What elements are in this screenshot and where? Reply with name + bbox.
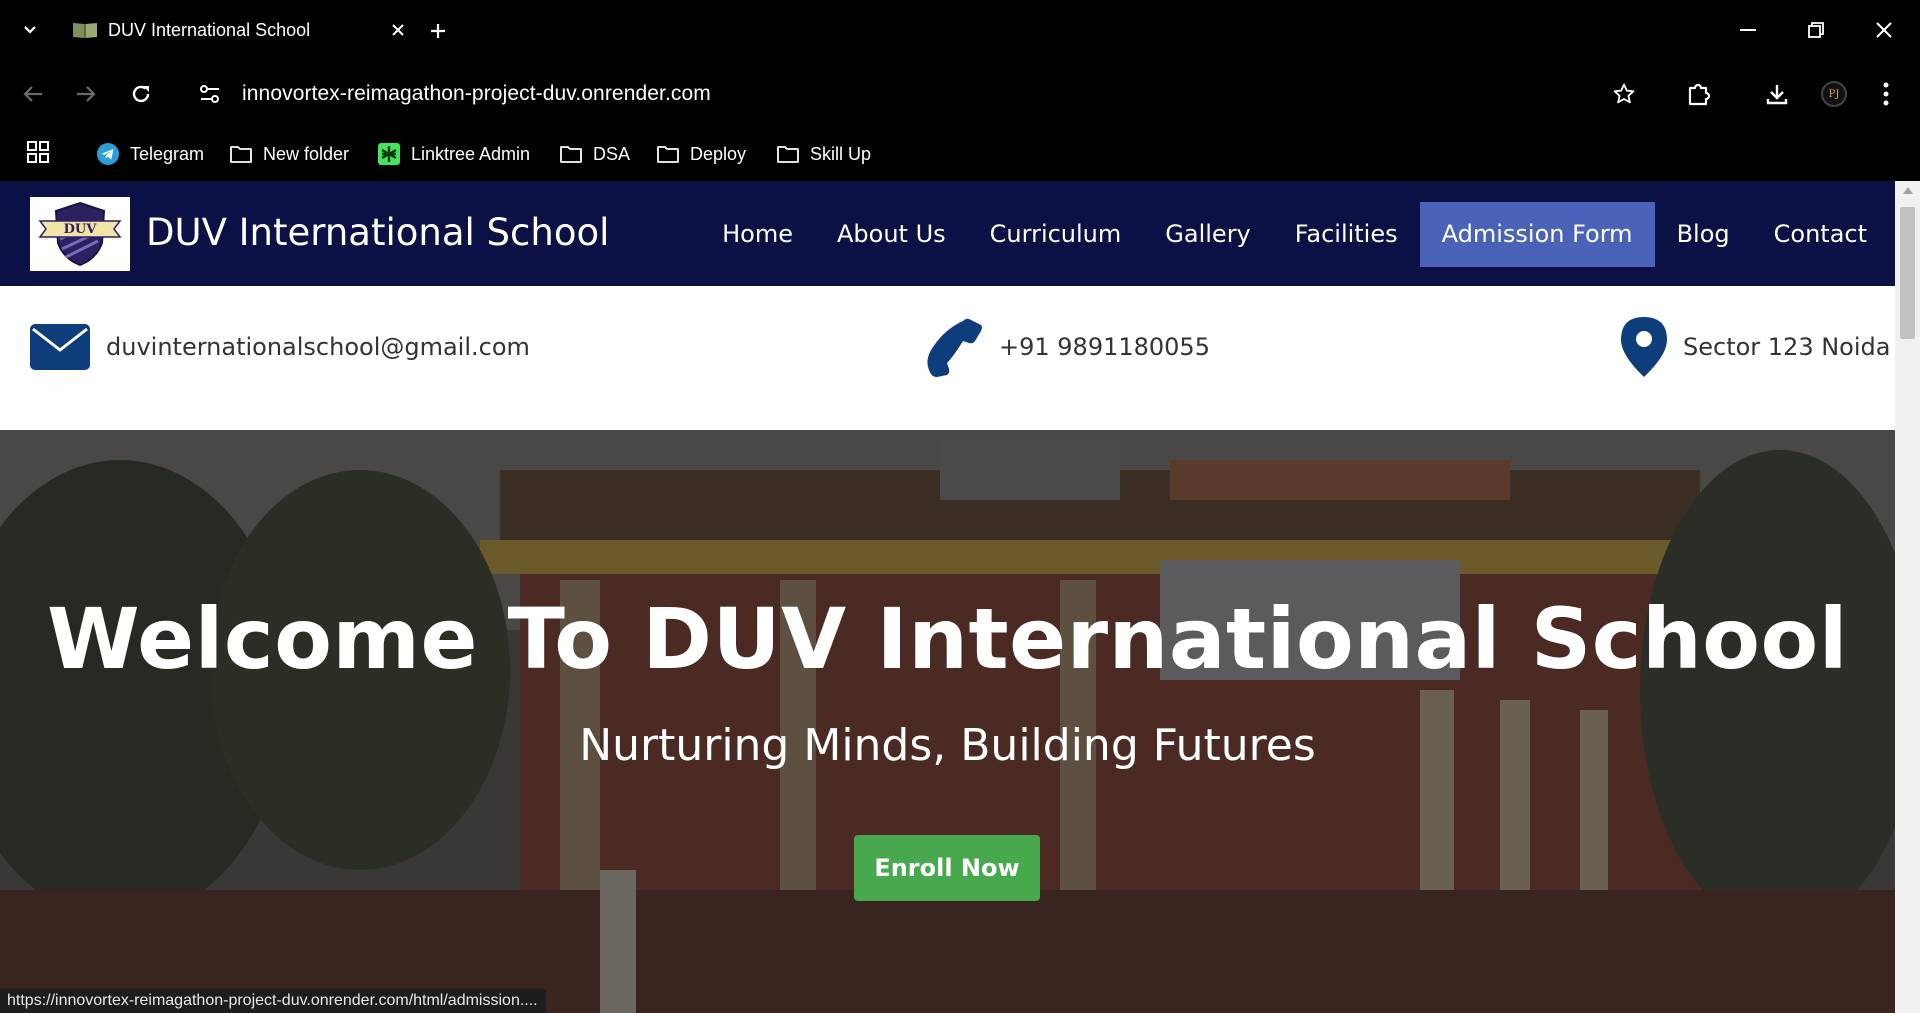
scroll-thumb[interactable] <box>1900 207 1915 339</box>
school-crest-icon: DUV <box>38 201 122 267</box>
more-vertical-icon <box>1883 82 1889 106</box>
nav-curriculum[interactable]: Curriculum <box>968 202 1144 267</box>
apps-button[interactable] <box>26 140 52 166</box>
scroll-up-arrow-icon[interactable] <box>1903 187 1913 194</box>
school-logo[interactable]: DUV <box>30 197 130 271</box>
reload-button[interactable] <box>123 76 159 112</box>
nav-blog[interactable]: Blog <box>1655 202 1752 267</box>
avatar: PJ <box>1821 81 1847 107</box>
address-bar[interactable]: innovortex-reimagathon-project-duv.onren… <box>180 70 1560 118</box>
nav-admission-form[interactable]: Admission Form <box>1419 202 1655 267</box>
bookmarks-bar: Telegram New folder Linktree Admin DSA D… <box>0 130 1920 181</box>
puzzle-icon <box>1688 83 1711 106</box>
site-navbar: DUV DUV International School Home About … <box>0 181 1895 286</box>
main-nav: Home About Us Curriculum Gallery Facilit… <box>700 202 1895 267</box>
downloads-button[interactable] <box>1759 76 1795 112</box>
close-icon <box>1876 22 1892 38</box>
envelope-icon <box>30 324 90 370</box>
bookmark-dsa[interactable]: DSA <box>559 138 630 170</box>
profile-button[interactable]: PJ <box>1816 76 1852 112</box>
folder-icon <box>776 142 800 166</box>
menu-button[interactable] <box>1868 76 1904 112</box>
bookmark-deploy[interactable]: Deploy <box>656 138 746 170</box>
bookmark-telegram[interactable]: Telegram <box>96 138 204 170</box>
page-viewport: DUV DUV International School Home About … <box>0 181 1895 1013</box>
address-text: Sector 123 Noida <box>1683 333 1891 361</box>
minimize-icon <box>1740 29 1756 31</box>
back-button[interactable] <box>15 76 51 112</box>
download-icon <box>1766 85 1788 105</box>
email-info: duvinternationalschool@gmail.com <box>30 316 530 378</box>
hero-title: Welcome To DUV International School <box>46 590 1849 688</box>
telegram-icon <box>96 142 120 166</box>
enroll-now-button[interactable]: Enroll Now <box>854 835 1040 901</box>
linktree-icon <box>377 142 401 166</box>
chevron-down-icon <box>24 26 36 34</box>
arrow-left-icon <box>23 86 42 102</box>
bookmark-linktree-admin[interactable]: Linktree Admin <box>377 138 530 170</box>
browser-toolbar: innovortex-reimagathon-project-duv.onren… <box>0 60 1920 130</box>
close-window-button[interactable] <box>1864 14 1904 46</box>
restore-button[interactable] <box>1796 14 1836 46</box>
bookmark-new-folder[interactable]: New folder <box>229 138 349 170</box>
bookmark-label: Telegram <box>130 143 205 164</box>
link-status-bar: https://innovortex-reimagathon-project-d… <box>0 989 546 1013</box>
restore-icon <box>1808 22 1824 38</box>
site-info-button[interactable] <box>192 76 228 112</box>
url-text: innovortex-reimagathon-project-duv.onren… <box>242 82 711 105</box>
bookmark-star-button[interactable] <box>1606 76 1642 112</box>
nav-contact[interactable]: Contact <box>1752 202 1889 267</box>
phone-text: +91 9891180055 <box>999 333 1210 361</box>
forward-button[interactable] <box>68 76 104 112</box>
nav-gallery[interactable]: Gallery <box>1143 202 1272 267</box>
bookmark-label: Linktree Admin <box>411 143 531 164</box>
bookmark-label: New folder <box>263 143 350 164</box>
page-scrollbar[interactable] <box>1895 181 1920 1013</box>
site-title: DUV International School <box>146 211 610 254</box>
phone-icon <box>923 317 983 377</box>
tab-strip: DUV International School <box>0 0 1920 60</box>
bookmark-skill-up[interactable]: Skill Up <box>776 138 871 170</box>
tab-search-button[interactable] <box>18 18 42 42</box>
contact-info-bar: duvinternationalschool@gmail.com +91 989… <box>0 286 1895 430</box>
bookmark-label: Deploy <box>690 143 747 164</box>
new-tab-button[interactable] <box>425 18 451 44</box>
book-icon <box>72 21 98 39</box>
folder-icon <box>559 142 583 166</box>
bookmark-label: DSA <box>593 143 631 164</box>
hero-subtitle: Nurturing Minds, Building Futures <box>579 720 1316 771</box>
reload-icon <box>132 85 150 103</box>
map-pin-icon <box>1621 317 1667 377</box>
tune-icon <box>200 85 219 103</box>
nav-about-us[interactable]: About Us <box>815 202 968 267</box>
close-icon <box>392 24 404 36</box>
tab-title: DUV International School <box>108 19 311 40</box>
bookmark-label: Skill Up <box>810 143 872 164</box>
phone-info: +91 9891180055 <box>923 316 1210 378</box>
browser-chrome: DUV International School innovortex-reim… <box>0 0 1920 181</box>
folder-icon <box>229 142 253 166</box>
tab-close-button[interactable] <box>386 18 410 42</box>
extensions-button[interactable] <box>1681 76 1717 112</box>
browser-tab[interactable]: DUV International School <box>58 8 410 52</box>
star-icon <box>1613 83 1635 104</box>
folder-icon <box>656 142 680 166</box>
address-info: Sector 123 Noida <box>1621 316 1890 378</box>
email-text: duvinternationalschool@gmail.com <box>106 333 530 361</box>
hero-banner: Welcome To DUV International School Nurt… <box>0 430 1895 1013</box>
minimize-button[interactable] <box>1728 14 1768 46</box>
arrow-right-icon <box>77 86 96 102</box>
plus-icon <box>431 24 445 38</box>
nav-facilities[interactable]: Facilities <box>1273 202 1420 267</box>
nav-home[interactable]: Home <box>700 202 815 267</box>
grid-icon <box>27 141 49 163</box>
logo-text: DUV <box>64 222 98 237</box>
